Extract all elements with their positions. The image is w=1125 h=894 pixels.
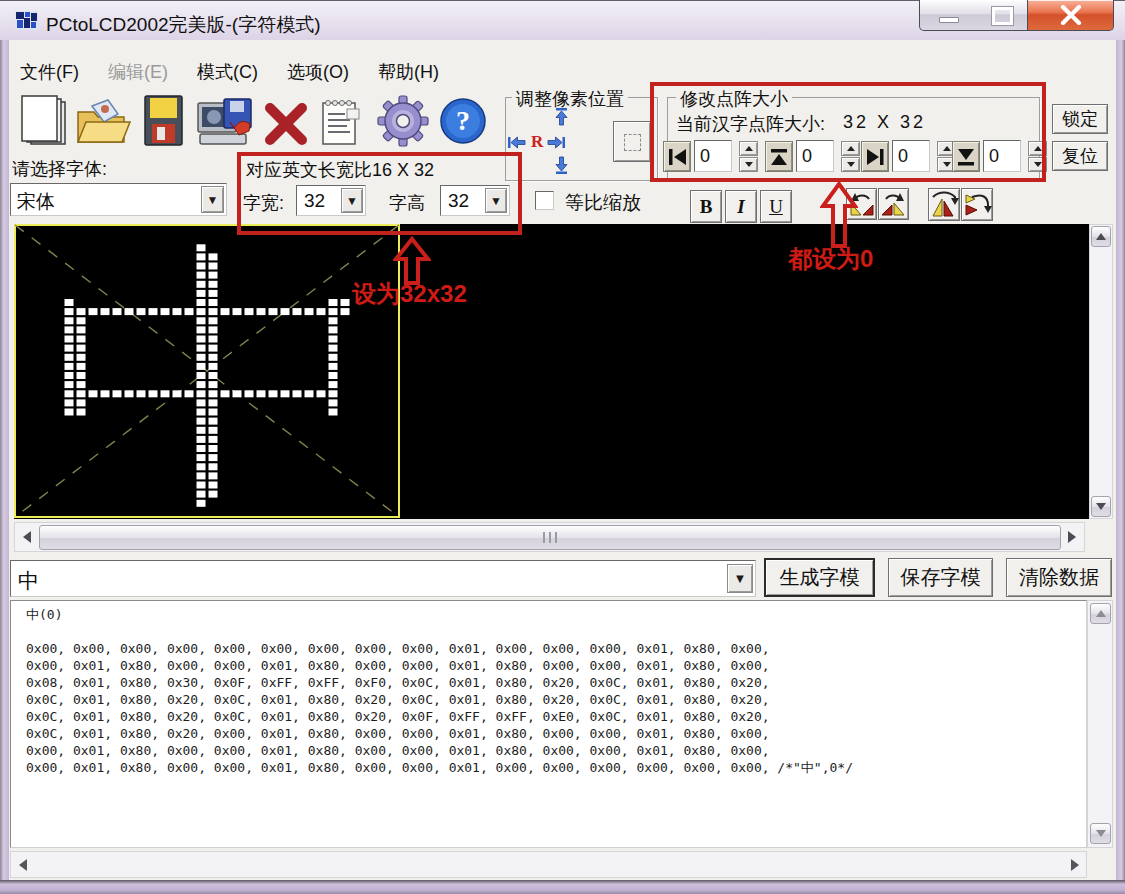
reset-button[interactable]: 复位 xyxy=(1052,141,1108,171)
notes-icon[interactable] xyxy=(317,96,365,146)
open-file-icon[interactable] xyxy=(74,98,134,148)
delete-icon[interactable] xyxy=(264,103,308,145)
font-select-label: 请选择字体: xyxy=(12,157,107,181)
font-combobox-value: 宋体 xyxy=(17,189,55,215)
move-up-icon[interactable] xyxy=(553,107,571,127)
menu-item-3[interactable]: 模式(C) xyxy=(197,60,258,84)
menu-item-1[interactable]: 文件(F) xyxy=(20,60,79,84)
output-scroll-up-icon[interactable] xyxy=(1090,603,1111,624)
char-input-combobox[interactable]: 中 ▼ xyxy=(10,560,756,597)
scale-checkbox[interactable] xyxy=(535,191,554,210)
app-icon xyxy=(13,8,40,33)
hex-output-text: 中(0) 0x00, 0x00, 0x00, 0x00, 0x00, 0x00,… xyxy=(26,606,853,776)
move-down-icon[interactable] xyxy=(553,155,571,175)
flip-horizontal-button[interactable] xyxy=(961,188,993,221)
scale-checkbox-label: 等比缩放 xyxy=(565,190,641,216)
char-input-arrow[interactable]: ▼ xyxy=(727,564,753,593)
settings-icon[interactable] xyxy=(376,94,430,147)
maximize-button[interactable] xyxy=(976,0,1027,31)
close-icon xyxy=(1060,5,1082,25)
output-vscrollbar[interactable] xyxy=(1087,600,1113,848)
window-frame-right xyxy=(1116,40,1125,884)
italic-button[interactable]: I xyxy=(725,190,757,223)
generate-button[interactable]: 生成字模 xyxy=(764,558,875,597)
canvas-scroll-right-icon[interactable] xyxy=(1068,531,1076,543)
export-icon[interactable] xyxy=(196,97,256,149)
lock-button[interactable]: 锁定 xyxy=(1052,104,1108,134)
window-title: PCtoLCD2002完美版-(字符模式) xyxy=(46,12,321,38)
flip-horizontal-icon xyxy=(962,189,992,220)
font-combobox-arrow[interactable]: ▼ xyxy=(201,186,224,213)
close-button[interactable] xyxy=(1027,0,1114,31)
help-icon[interactable]: ? xyxy=(439,97,489,146)
window-frame-bottom xyxy=(0,880,1125,894)
menu-item-4[interactable]: 选项(O) xyxy=(287,60,349,84)
canvas-hscrollbar[interactable] xyxy=(14,522,1085,552)
underline-button[interactable]: U xyxy=(760,190,792,223)
rotate-right-icon xyxy=(879,189,908,219)
svg-text:?: ? xyxy=(456,105,470,136)
rotate-right-button[interactable] xyxy=(878,188,909,220)
annotation-arrow-zero xyxy=(820,181,858,249)
canvas-vscrollbar[interactable] xyxy=(1089,224,1113,519)
bold-button[interactable]: B xyxy=(690,190,722,223)
output-scroll-right-icon[interactable] xyxy=(1071,859,1079,871)
maximize-icon xyxy=(992,7,1013,25)
annotation-zero-tip: 都设为0 xyxy=(788,243,873,275)
new-file-icon[interactable] xyxy=(17,94,73,147)
font-combobox[interactable]: 宋体 ▼ xyxy=(10,183,227,216)
save-button[interactable]: 保存字模 xyxy=(888,558,993,597)
canvas-scroll-down-icon[interactable] xyxy=(1091,496,1111,517)
annotation-size-tip: 设为32x32 xyxy=(352,278,467,310)
minimize-button[interactable] xyxy=(919,0,978,31)
output-scroll-left-icon[interactable] xyxy=(19,859,27,871)
canvas-scroll-left-icon[interactable] xyxy=(23,531,31,543)
move-right-icon[interactable] xyxy=(546,134,566,152)
center-glyph-icon xyxy=(624,134,641,151)
canvas-hscroll-thumb[interactable] xyxy=(39,525,1061,550)
move-left-icon[interactable] xyxy=(507,134,527,152)
menu-item-5[interactable]: 帮助(H) xyxy=(378,60,439,84)
annotation-box-matrix xyxy=(650,82,1046,182)
window-frame-left xyxy=(0,40,9,884)
minimize-icon xyxy=(939,17,959,23)
save-icon[interactable] xyxy=(143,94,185,147)
menu-item-2[interactable]: 编辑(E) xyxy=(108,60,168,84)
hex-output-area[interactable]: 中(0) 0x00, 0x00, 0x00, 0x00, 0x00, 0x00,… xyxy=(10,600,1087,848)
pixel-canvas[interactable] xyxy=(14,224,1089,519)
flip-vertical-button[interactable] xyxy=(928,188,960,221)
canvas-scroll-up-icon[interactable] xyxy=(1091,226,1111,247)
output-hscrollbar[interactable] xyxy=(10,851,1087,878)
annotation-box-size xyxy=(237,152,522,235)
clear-button[interactable]: 清除数据 xyxy=(1006,558,1112,597)
flip-vertical-icon xyxy=(929,189,959,220)
char-input-value: 中 xyxy=(18,567,39,595)
pixel-reset-label[interactable]: R xyxy=(531,132,543,152)
output-scroll-down-icon[interactable] xyxy=(1090,823,1111,844)
center-glyph-button[interactable] xyxy=(613,121,651,162)
